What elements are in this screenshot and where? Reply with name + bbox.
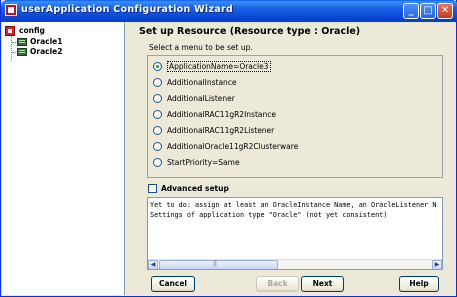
radio-icon[interactable]: [153, 158, 162, 167]
tree-node-label: Oracle1: [30, 37, 63, 46]
radio-icon[interactable]: [153, 78, 162, 87]
option-label: ApplicationName=Oracle3: [167, 61, 271, 72]
menu-options-group: ApplicationName=Oracle3 AdditionalInstan…: [147, 55, 443, 178]
advanced-setup-label: Advanced setup: [161, 184, 229, 193]
wizard-window: userApplication Configuration Wizard _ □…: [0, 0, 457, 297]
option-label: AdditionalRAC11gR2Listener: [167, 126, 275, 135]
option-label: StartPriority=Same: [167, 158, 240, 167]
tree-node-config[interactable]: config: [5, 26, 65, 36]
radio-icon[interactable]: [153, 142, 162, 151]
tree-node-oracle2[interactable]: Oracle2: [17, 47, 77, 57]
option-label: AdditionalInstance: [167, 78, 237, 87]
close-button[interactable]: ✕: [437, 3, 453, 19]
config-tree: config Oracle1 Oracle2: [2, 22, 125, 295]
node-icon: [17, 38, 27, 46]
scroll-left-icon[interactable]: ◀: [148, 260, 158, 269]
back-button[interactable]: Back: [256, 276, 299, 292]
app-icon: [5, 4, 17, 16]
message-line: Yet to do: assign at least an OracleInst…: [150, 201, 437, 209]
title-bar[interactable]: userApplication Configuration Wizard _ □…: [1, 0, 457, 22]
tree-node-label: config: [19, 26, 45, 35]
next-button[interactable]: Next: [301, 276, 344, 292]
tree-connector: [12, 42, 16, 43]
tree-node-label: Oracle2: [30, 47, 63, 56]
config-icon: [5, 26, 15, 36]
tree-connector: [12, 52, 16, 53]
radio-icon[interactable]: [153, 110, 162, 119]
page-title: Set up Resource (Resource type : Oracle): [139, 26, 361, 37]
option-label: AdditionalRAC11gR2Instance: [167, 110, 276, 119]
window-title: userApplication Configuration Wizard: [21, 4, 234, 15]
scroll-right-icon[interactable]: ▶: [432, 260, 442, 269]
help-button[interactable]: Help: [399, 276, 439, 292]
message-area[interactable]: Yet to do: assign at least an OracleInst…: [147, 197, 443, 270]
tree-connector: [11, 36, 12, 61]
node-icon: [17, 48, 27, 56]
message-line: Settings of application type "Oracle" (n…: [150, 211, 388, 219]
option-label: AdditionalListener: [167, 94, 235, 103]
radio-icon[interactable]: [153, 126, 162, 135]
option-label: AdditionalOracle11gR2Clusterware: [167, 142, 299, 151]
maximize-button[interactable]: □: [420, 3, 436, 19]
minimize-button[interactable]: _: [403, 3, 419, 19]
radio-icon[interactable]: [153, 94, 162, 103]
scroll-thumb[interactable]: [159, 260, 278, 269]
checkbox-icon[interactable]: [148, 184, 157, 193]
radio-selected-icon[interactable]: [153, 62, 162, 71]
page-subtitle: Select a menu to be set up.: [149, 43, 253, 52]
horizontal-scrollbar[interactable]: ◀ ▶: [148, 259, 442, 269]
cancel-button[interactable]: Cancel: [151, 276, 195, 292]
tree-node-oracle1[interactable]: Oracle1: [17, 37, 77, 47]
